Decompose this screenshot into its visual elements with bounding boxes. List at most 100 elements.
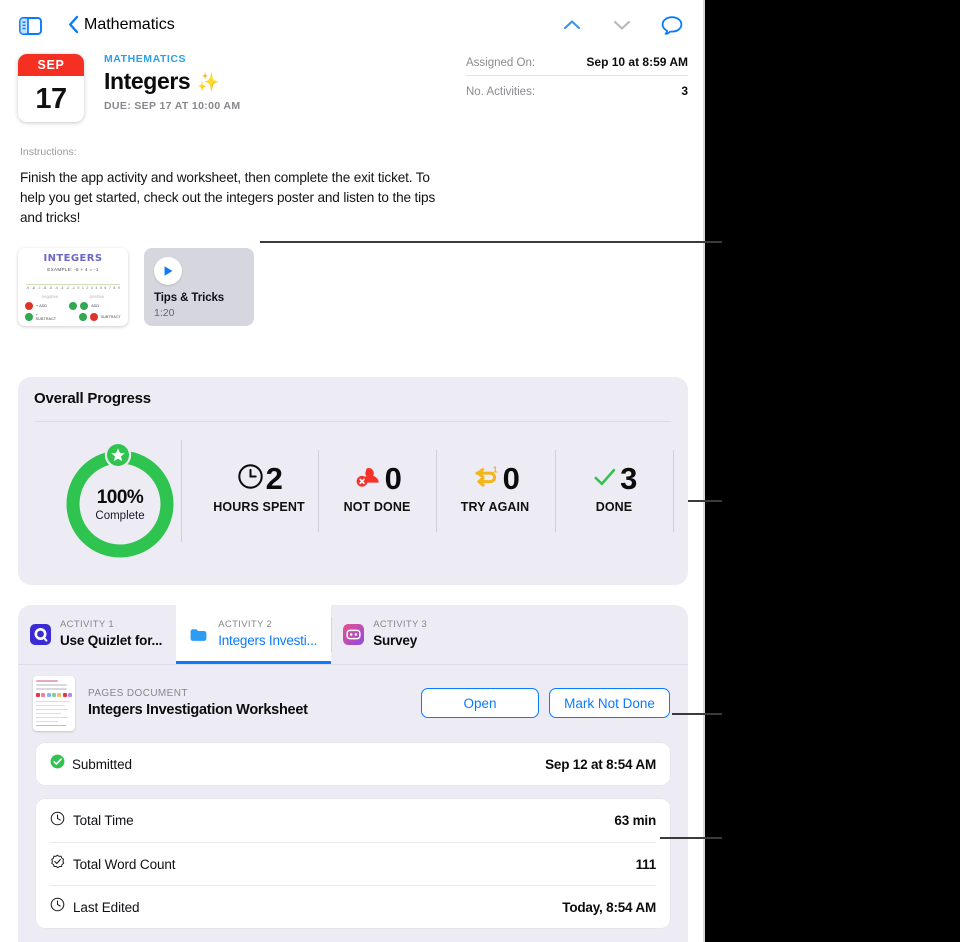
stat-value: 0 bbox=[502, 461, 520, 496]
divider bbox=[35, 421, 671, 422]
attachments-row: INTEGERS EXAMPLE: -5 + 4 = -1 -9 -8 -7 -6 -5… bbox=[18, 248, 254, 326]
plus-chip-icon bbox=[80, 302, 89, 310]
calendar-day: 17 bbox=[35, 82, 67, 115]
chevron-down-icon[interactable] bbox=[610, 14, 634, 36]
poster-legend: + ADD ADD + SUBTRACT SUBTRACT bbox=[25, 302, 121, 324]
tab-label: Integers Investi... bbox=[218, 632, 318, 648]
tab-activity-3[interactable]: ACTIVITY 3 Survey bbox=[331, 605, 441, 664]
list-item-value: 111 bbox=[635, 856, 657, 872]
list-item-label: Total Word Count bbox=[73, 856, 176, 872]
number-line-ticks: -9 -8 -7 -6 -5 -4 -3 -2 -1 0 1 2 3456789 bbox=[26, 286, 120, 290]
assignment-detail-pane: Mathematics SEP 17 MATHEMATICS Integers … bbox=[0, 0, 703, 942]
annotation-leader-line bbox=[688, 500, 722, 502]
check-circle-icon bbox=[50, 754, 65, 774]
meta-value: 3 bbox=[681, 84, 688, 98]
chevron-left-icon bbox=[68, 15, 79, 34]
tab-eyebrow: ACTIVITY 3 bbox=[373, 619, 428, 631]
back-button-label: Mathematics bbox=[84, 15, 175, 33]
list-item: Last Edited Today, 8:54 AM bbox=[50, 885, 656, 928]
stat-value: 2 bbox=[265, 461, 283, 496]
pages-document-icon bbox=[188, 624, 209, 645]
tab-label: Survey bbox=[373, 632, 418, 648]
course-eyebrow: MATHEMATICS bbox=[104, 53, 187, 65]
divider bbox=[181, 440, 182, 542]
number-line bbox=[26, 284, 120, 285]
meta-row: Assigned On: Sep 10 at 8:59 AM bbox=[466, 53, 688, 76]
open-button[interactable]: Open bbox=[421, 688, 539, 718]
tab-label: Use Quizlet for... bbox=[60, 632, 163, 648]
navbar-actions bbox=[560, 14, 684, 36]
sidebar-toggle-icon[interactable] bbox=[19, 17, 42, 35]
tab-eyebrow: ACTIVITY 1 bbox=[60, 619, 115, 631]
navigation-bar: Mathematics bbox=[0, 0, 703, 46]
meta-value: Sep 10 at 8:59 AM bbox=[586, 55, 688, 69]
divider bbox=[673, 450, 674, 532]
stat-not-done: 0 NOT DONE bbox=[318, 461, 436, 514]
list-item-label: Total Time bbox=[73, 813, 134, 828]
document-meta: PAGES DOCUMENT Integers Investigation Wo… bbox=[88, 688, 421, 718]
meta-key: No. Activities: bbox=[466, 86, 536, 98]
page-title: Integers bbox=[104, 68, 191, 94]
submitted-card: Submitted Sep 12 at 8:54 AM bbox=[36, 743, 670, 785]
person-x-icon bbox=[354, 463, 383, 495]
plus-chip-icon bbox=[25, 313, 33, 321]
document-name: Integers Investigation Worksheet bbox=[88, 702, 308, 718]
submitted-value: Sep 12 at 8:54 AM bbox=[545, 756, 656, 772]
play-icon[interactable] bbox=[154, 257, 182, 285]
clock-icon bbox=[50, 811, 65, 831]
meta-row: No. Activities: 3 bbox=[466, 76, 688, 104]
assignment-title-block: MATHEMATICS Integers ✨ DUE: SEP 17 AT 10… bbox=[104, 53, 240, 112]
back-button[interactable]: Mathematics bbox=[68, 15, 175, 34]
annotation-leader-line bbox=[660, 837, 722, 839]
star-icon bbox=[104, 441, 132, 469]
annotation-leader-line bbox=[260, 241, 722, 243]
stat-value: 3 bbox=[620, 461, 637, 496]
clock-icon bbox=[50, 897, 65, 917]
list-item: Total Word Count 111 bbox=[50, 842, 656, 885]
clock-icon bbox=[237, 463, 264, 495]
minus-chip-icon bbox=[25, 302, 33, 310]
list-item-value: Today, 8:54 AM bbox=[562, 899, 656, 915]
attachment-poster-thumbnail[interactable]: INTEGERS EXAMPLE: -5 + 4 = -1 -9 -8 -7 -6 -5… bbox=[18, 248, 128, 326]
stat-label: TRY AGAIN bbox=[460, 500, 530, 514]
try-again-icon: 1 bbox=[472, 464, 501, 494]
tab-activity-2[interactable]: ACTIVITY 2 Integers Investi... bbox=[176, 605, 332, 664]
due-date-label: DUE: SEP 17 AT 10:00 AM bbox=[104, 100, 241, 112]
checkmark-icon bbox=[592, 464, 618, 495]
svg-text:1: 1 bbox=[492, 465, 497, 475]
quizlet-app-icon bbox=[30, 624, 51, 645]
mark-not-done-button[interactable]: Mark Not Done bbox=[549, 688, 670, 718]
stat-label: DONE bbox=[595, 500, 633, 514]
activity-tabs: ACTIVITY 1 Use Quizlet for... ACTIVITY 2 bbox=[18, 605, 688, 664]
overall-progress-card: Overall Progress 100% Complete 2 HOURS S… bbox=[18, 377, 688, 585]
poster-example: EXAMPLE: -5 + 4 = -1 bbox=[47, 267, 99, 272]
attachment-video-card[interactable]: Tips & Tricks 1:20 bbox=[144, 248, 254, 326]
list-item: Total Time 63 min bbox=[50, 799, 656, 842]
stat-label: HOURS SPENT bbox=[213, 500, 305, 514]
video-title: Tips & Tricks bbox=[154, 292, 225, 304]
submitted-label: Submitted bbox=[72, 756, 132, 772]
tab-activity-1[interactable]: ACTIVITY 1 Use Quizlet for... bbox=[18, 605, 176, 664]
chevron-up-icon[interactable] bbox=[560, 14, 584, 36]
annotation-leader-line bbox=[672, 713, 722, 715]
instructions-label: Instructions: bbox=[20, 146, 77, 158]
badge-check-icon bbox=[50, 854, 65, 874]
plus-chip-icon bbox=[69, 302, 78, 310]
list-item-label: Last Edited bbox=[73, 899, 140, 915]
progress-percent: 100% bbox=[96, 486, 144, 508]
overall-progress-title: Overall Progress bbox=[34, 390, 151, 407]
minus-chip-icon bbox=[89, 313, 98, 321]
list-item-value: 63 min bbox=[614, 813, 656, 828]
due-date-calendar-badge: SEP 17 bbox=[18, 54, 84, 122]
document-type: PAGES DOCUMENT bbox=[88, 688, 188, 699]
progress-sublabel: Complete bbox=[95, 509, 145, 522]
meta-key: Assigned On: bbox=[466, 57, 536, 69]
activity-stats-list: Total Time 63 min Total Word Count 111 L… bbox=[36, 799, 670, 928]
comment-bubble-icon[interactable] bbox=[660, 14, 684, 36]
number-line-labels: negative positive bbox=[41, 294, 105, 299]
video-duration: 1:20 bbox=[154, 307, 175, 319]
poster-title: INTEGERS bbox=[43, 253, 103, 264]
pane-edge-divider bbox=[703, 0, 705, 942]
stat-try-again: 1 0 TRY AGAIN bbox=[436, 461, 554, 514]
document-thumbnail[interactable] bbox=[33, 675, 75, 731]
